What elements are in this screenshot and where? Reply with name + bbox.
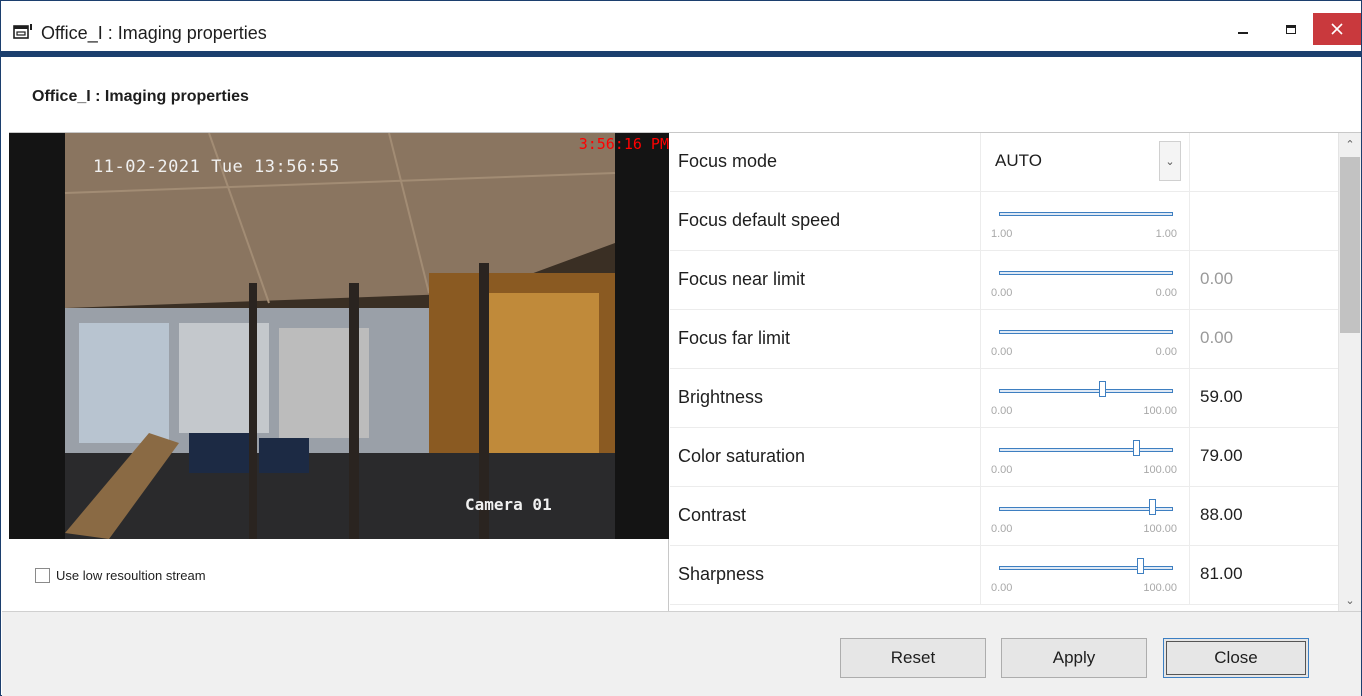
property-grid: Focus mode AUTO ⌄ Focus default speed 1.00 1.… [670, 133, 1338, 611]
slider-thumb[interactable] [1133, 440, 1140, 456]
slider-max-label: 0.00 [1155, 287, 1177, 299]
slider-track[interactable] [999, 330, 1173, 334]
slider-track[interactable] [999, 212, 1173, 216]
dialog-footer: Reset Apply Close [2, 611, 1361, 696]
dropdown-selected-value: AUTO [995, 151, 1042, 170]
property-row: Focus default speed 1.00 1.00 [670, 192, 1338, 251]
property-slider[interactable]: 1.00 1.00 [980, 192, 1190, 250]
close-icon [1331, 23, 1343, 35]
slider-track[interactable] [999, 448, 1173, 452]
low-resolution-option[interactable]: Use low resoultion stream [35, 568, 206, 583]
preview-pane: 11-02-2021 Tue 13:56:55 3:56:16 PM Camer… [9, 133, 669, 611]
property-slider[interactable]: 0.00 0.00 [980, 310, 1190, 368]
minimize-icon [1238, 32, 1248, 34]
property-name: Focus far limit [678, 328, 791, 348]
reset-button[interactable]: Reset [840, 638, 986, 678]
slider-max-label: 100.00 [1143, 523, 1177, 535]
chevron-down-icon[interactable]: ⌄ [1159, 141, 1181, 181]
maximize-button[interactable] [1269, 13, 1313, 45]
slider-min-label: 0.00 [991, 287, 1013, 299]
slider-thumb[interactable] [1149, 499, 1156, 515]
property-value: 0.00 [1200, 328, 1234, 347]
slider-min-label: 0.00 [991, 346, 1013, 358]
slider-max-label: 0.00 [1155, 346, 1177, 358]
property-scrollbar[interactable]: ⌃ ⌄ [1338, 133, 1361, 611]
slider-max-label: 100.00 [1143, 582, 1177, 594]
slider-min-label: 1.00 [991, 228, 1013, 240]
maximize-icon [1286, 24, 1296, 34]
property-value: 59.00 [1200, 387, 1243, 406]
property-value: 81.00 [1200, 564, 1243, 583]
property-name: Brightness [678, 387, 764, 407]
property-row: Brightness 0.00 100.00 59.00 [670, 369, 1338, 428]
property-name: Focus default speed [678, 210, 841, 230]
close-button[interactable]: Close [1163, 638, 1309, 678]
slider-min-label: 0.00 [991, 582, 1013, 594]
property-row: Contrast 0.00 100.00 88.00 [670, 487, 1338, 546]
property-slider[interactable]: 0.00 100.00 [980, 546, 1190, 604]
property-name: Focus mode [678, 151, 778, 171]
slider-track[interactable] [999, 566, 1173, 570]
slider-track[interactable] [999, 389, 1173, 393]
apply-button[interactable]: Apply [1001, 638, 1147, 678]
property-value: 88.00 [1200, 505, 1243, 524]
window-close-button[interactable] [1313, 13, 1361, 45]
property-row: Sharpness 0.00 100.00 81.00 [670, 546, 1338, 605]
property-slider[interactable]: 0.00 100.00 [980, 369, 1190, 427]
property-slider[interactable]: 0.00 100.00 [980, 428, 1190, 486]
slider-track[interactable] [999, 507, 1173, 511]
property-row: Focus near limit 0.00 0.00 0.00 [670, 251, 1338, 310]
low-resolution-label: Use low resoultion stream [56, 568, 206, 583]
slider-thumb[interactable] [1137, 558, 1144, 574]
scrollbar-thumb[interactable] [1340, 157, 1360, 333]
title-bar: Office_I : Imaging properties [1, 1, 1361, 57]
osd-camera-label: Camera 01 [465, 495, 552, 514]
slider-track[interactable] [999, 271, 1173, 275]
camera-preview: 11-02-2021 Tue 13:56:55 3:56:16 PM Camer… [9, 133, 669, 539]
property-name: Sharpness [678, 564, 765, 584]
property-value: 79.00 [1200, 446, 1243, 465]
dialog-header: Office_I : Imaging properties [9, 63, 1361, 133]
scroll-up-icon[interactable]: ⌃ [1339, 133, 1361, 155]
property-value: 0.00 [1200, 269, 1234, 288]
camera-image [9, 133, 669, 539]
slider-max-label: 1.00 [1155, 228, 1177, 240]
slider-min-label: 0.00 [991, 523, 1013, 535]
property-slider[interactable]: 0.00 0.00 [980, 251, 1190, 309]
low-resolution-checkbox[interactable] [35, 568, 50, 583]
property-row: Focus mode AUTO ⌄ [670, 133, 1338, 192]
osd-clock: 3:56:16 PM [578, 135, 669, 153]
scroll-down-icon[interactable]: ⌄ [1339, 589, 1361, 611]
property-name: Focus near limit [678, 269, 806, 289]
property-row: Focus far limit 0.00 0.00 0.00 [670, 310, 1338, 369]
property-name: Color saturation [678, 446, 806, 466]
slider-max-label: 100.00 [1143, 405, 1177, 417]
window-title: Office_I : Imaging properties [41, 23, 267, 43]
window-properties-icon [13, 24, 32, 39]
osd-date: 11-02-2021 Tue 13:56:55 [93, 157, 340, 177]
minimize-button[interactable] [1221, 13, 1265, 45]
slider-min-label: 0.00 [991, 405, 1013, 417]
dialog-heading: Office_I : Imaging properties [32, 88, 249, 105]
slider-min-label: 0.00 [991, 464, 1013, 476]
imaging-properties-window: Office_I : Imaging properties Office_I :… [0, 0, 1362, 696]
property-row: Color saturation 0.00 100.00 79.00 [670, 428, 1338, 487]
slider-max-label: 100.00 [1143, 464, 1177, 476]
slider-thumb[interactable] [1099, 381, 1106, 397]
focus-mode-dropdown[interactable]: AUTO ⌄ [980, 133, 1190, 191]
property-slider[interactable]: 0.00 100.00 [980, 487, 1190, 545]
property-name: Contrast [678, 505, 747, 525]
